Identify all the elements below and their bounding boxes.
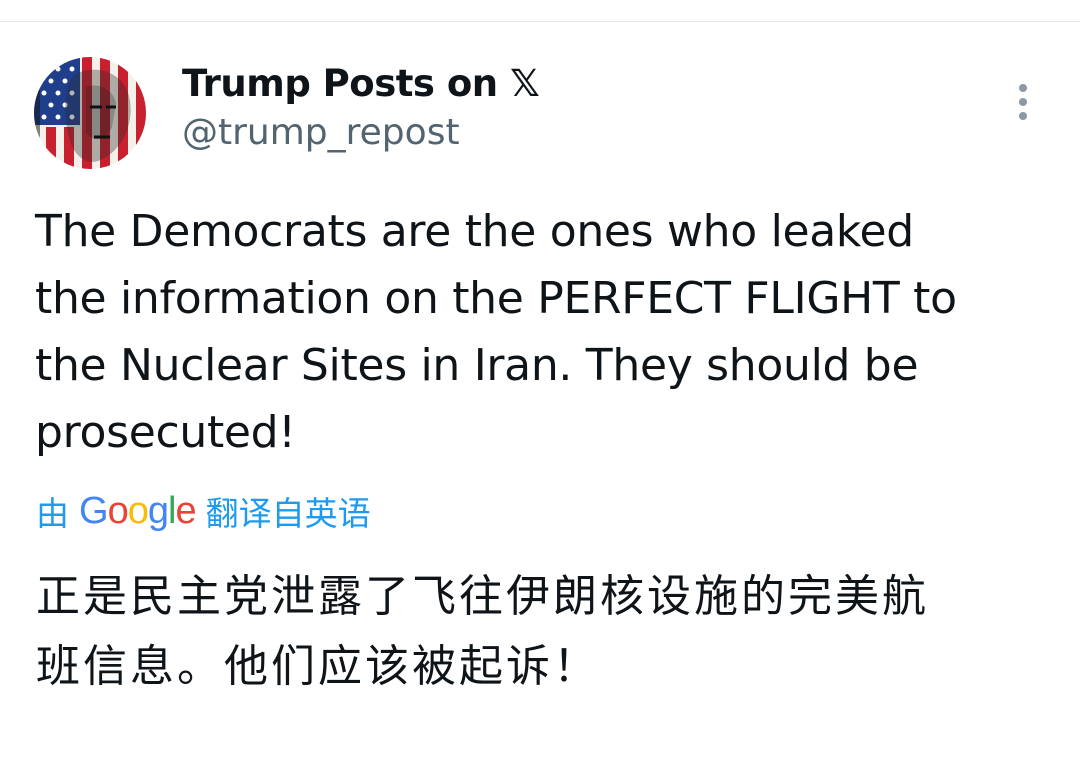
translation-suffix: 翻译自英语 (205, 494, 371, 533)
more-vertical-icon-dot (1019, 112, 1027, 120)
american-flag-portrait-avatar-icon (34, 57, 146, 169)
avatar[interactable] (34, 57, 146, 169)
google-logo: Google (79, 489, 197, 533)
author-display-name[interactable]: Trump Posts on 𝕏 (182, 62, 540, 105)
more-vertical-icon-dot (1019, 98, 1027, 106)
translation-attribution[interactable]: 由 Google 翻译自英语 (36, 488, 371, 534)
google-logo-letter: o (127, 489, 149, 532)
google-logo-letter: o (107, 489, 129, 532)
top-divider (0, 21, 1080, 22)
more-options-button[interactable] (1008, 80, 1038, 124)
more-vertical-icon (1019, 84, 1027, 92)
translation-prefix: 由 (36, 494, 69, 533)
translated-post-text: 正是民主党泄露了飞往伊朗核设施的完美航 班信息。他们应该被起诉！ (36, 571, 929, 692)
post-text: The Democrats are the ones who leaked th… (35, 206, 957, 458)
google-logo-letter: e (175, 489, 196, 532)
google-logo-letter: G (79, 489, 109, 532)
google-logo-letter: g (147, 489, 169, 532)
author-handle[interactable]: @trump_repost (182, 112, 460, 153)
